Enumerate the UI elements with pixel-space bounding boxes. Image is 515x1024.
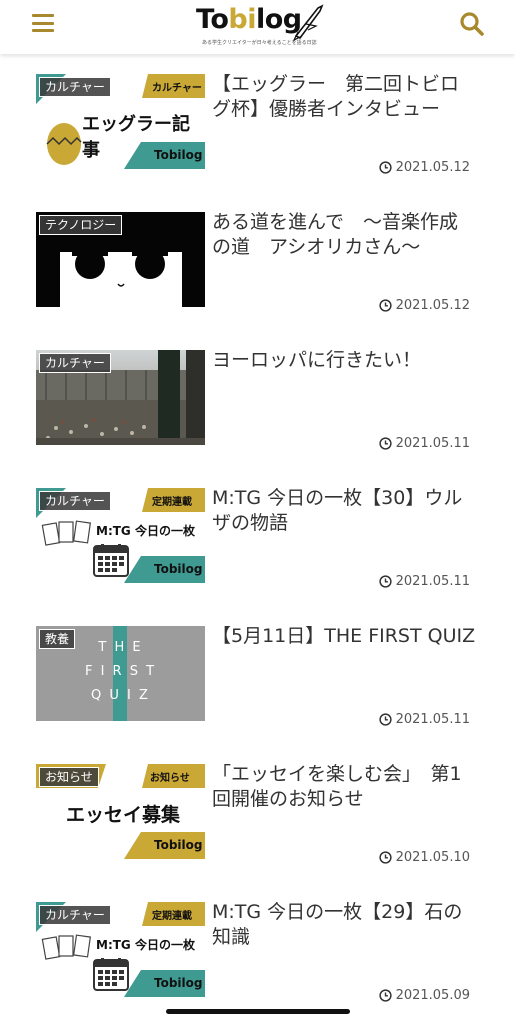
- article-item[interactable]: カルチャー: [0, 468, 515, 606]
- thumbnail-badge: お知らせ: [150, 773, 190, 784]
- article-date: 2021.05.11: [378, 436, 470, 451]
- logo-tagline: ある学生クリエイターが日々考えることを語る日誌: [202, 40, 317, 46]
- article-item[interactable]: カルチャー: [0, 330, 515, 468]
- article-title[interactable]: M:TG 今日の一枚【29】石の知識: [212, 900, 477, 950]
- date-text: 2021.05.10: [395, 850, 470, 865]
- site-logo[interactable]: Tobilog ある学生クリエイターが日々考えることを語る日誌: [196, 2, 326, 52]
- article-thumbnail[interactable]: 教養 T H E F I R S T Q U I Z: [36, 626, 205, 721]
- home-indicator[interactable]: [166, 1009, 350, 1014]
- thumbnail-logo: Tobilog: [154, 562, 203, 576]
- thumbnail-line: Q U I Z: [91, 688, 150, 703]
- thumbnail-logo: Tobilog: [154, 148, 203, 162]
- thumbnail-badge: カルチャー: [152, 83, 202, 94]
- clock-icon: [378, 299, 392, 312]
- app-header: Tobilog ある学生クリエイターが日々考えることを語る日誌: [0, 0, 515, 54]
- article-item[interactable]: カルチャー カルチャー エッグラー記事 Tobilog 【エッグラー 第二回トビ…: [0, 54, 515, 192]
- article-item[interactable]: カルチャー: [0, 882, 515, 1020]
- date-text: 2021.05.12: [395, 160, 470, 175]
- category-label: テクノロジー: [39, 215, 123, 235]
- article-thumbnail[interactable]: カルチャー: [36, 902, 205, 997]
- thumbnail-logo: Tobilog: [154, 838, 203, 852]
- clock-icon: [378, 713, 392, 726]
- article-item[interactable]: 教養 T H E F I R S T Q U I Z 【5月11日】THE FI…: [0, 606, 515, 744]
- article-item[interactable]: お知らせ お知らせ エッセイ募集 Tobilog 「エッセイを楽しむ会」 第1回…: [0, 744, 515, 882]
- article-date: 2021.05.12: [378, 298, 470, 313]
- thumbnail-headline: M:TG 今日の一枚: [96, 938, 195, 952]
- logo-text: Tobilog: [196, 4, 302, 35]
- category-label: お知らせ: [39, 767, 99, 787]
- clock-icon: [378, 161, 392, 174]
- category-label: カルチャー: [39, 491, 111, 511]
- date-text: 2021.05.12: [395, 298, 470, 313]
- clock-icon: [378, 989, 392, 1002]
- thumbnail-badge: 定期連載: [152, 911, 192, 922]
- hamburger-menu-icon[interactable]: [32, 14, 54, 32]
- article-title[interactable]: 「エッセイを楽しむ会」 第1回開催のお知らせ: [212, 762, 477, 812]
- thumbnail-headline: エッセイ募集: [66, 804, 181, 826]
- thumbnail-logo: Tobilog: [154, 976, 203, 990]
- clock-icon: [378, 437, 392, 450]
- article-thumbnail[interactable]: カルチャー: [36, 350, 205, 445]
- search-icon[interactable]: [458, 10, 486, 38]
- article-date: 2021.05.09: [378, 988, 470, 1003]
- date-text: 2021.05.11: [395, 436, 470, 451]
- article-date: 2021.05.11: [378, 712, 470, 727]
- flying-fish-icon: [292, 4, 324, 42]
- category-label: カルチャー: [39, 905, 111, 925]
- article-thumbnail[interactable]: テクノロジー: [36, 212, 205, 307]
- article-title[interactable]: M:TG 今日の一枚【30】ウルザの物語: [212, 486, 477, 536]
- article-title[interactable]: ある道を進んで 〜音楽作成の道 アシオリカさん〜: [212, 210, 477, 260]
- date-text: 2021.05.11: [395, 574, 470, 589]
- date-text: 2021.05.11: [395, 712, 470, 727]
- article-title[interactable]: 【エッグラー 第二回トビログ杯】優勝者インタビュー: [212, 72, 477, 122]
- category-label: カルチャー: [39, 77, 111, 97]
- thumbnail-headline: M:TG 今日の一枚: [96, 524, 195, 538]
- thumbnail-line: F I R S T: [84, 664, 157, 679]
- article-thumbnail[interactable]: カルチャー カルチャー エッグラー記事 Tobilog: [36, 74, 205, 169]
- thumbnail-badge: 定期連載: [152, 497, 192, 508]
- article-title[interactable]: ヨーロッパに行きたい！: [212, 348, 477, 373]
- category-label: 教養: [39, 629, 76, 649]
- article-title[interactable]: 【5月11日】THE FIRST QUIZ: [212, 624, 477, 649]
- article-date: 2021.05.10: [378, 850, 470, 865]
- article-date: 2021.05.12: [378, 160, 470, 175]
- date-text: 2021.05.09: [395, 988, 470, 1003]
- article-date: 2021.05.11: [378, 574, 470, 589]
- clock-icon: [378, 851, 392, 864]
- article-thumbnail[interactable]: カルチャー: [36, 488, 205, 583]
- category-label: カルチャー: [39, 353, 111, 373]
- clock-icon: [378, 575, 392, 588]
- article-item[interactable]: テクノロジー ある道を進んで 〜音楽作成の道 アシオリカさん〜 2021.05.…: [0, 192, 515, 330]
- article-thumbnail[interactable]: お知らせ お知らせ エッセイ募集 Tobilog: [36, 764, 205, 859]
